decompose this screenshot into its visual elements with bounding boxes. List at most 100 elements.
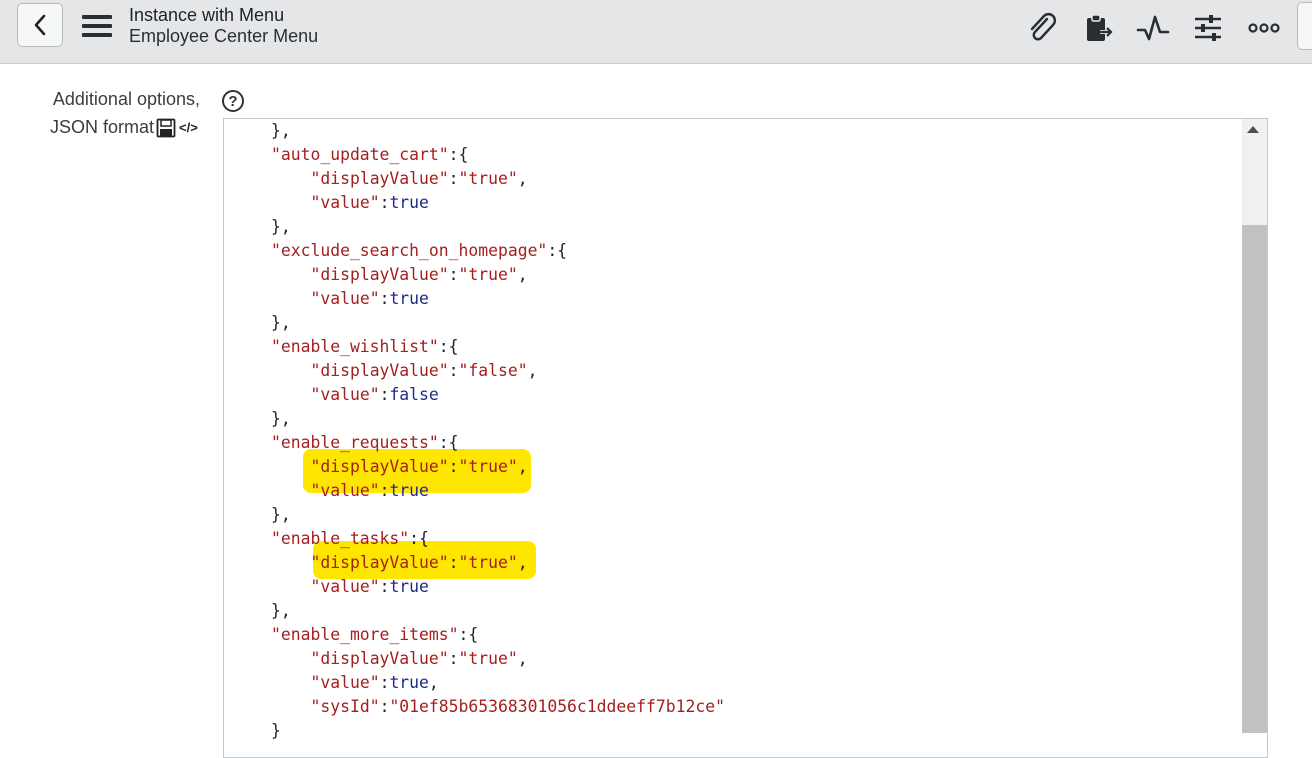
record-title: Instance with Menu [129, 5, 285, 25]
code-line: } [271, 719, 725, 743]
code-line: "exclude_search_on_homepage":{ [271, 239, 725, 263]
scroll-up-arrow[interactable] [1247, 126, 1259, 133]
code-line: "value":true [271, 287, 725, 311]
code-token: :{ [438, 337, 459, 356]
code-token: }, [271, 409, 291, 428]
code-format-toggle[interactable]: </> [179, 120, 198, 135]
code-token: "value" [310, 385, 380, 404]
form-header: Instance with Menu Employee Center Menu [0, 0, 1312, 64]
code-token: : [379, 193, 390, 212]
code-line: }, [271, 503, 725, 527]
code-token: "value" [310, 481, 380, 500]
code-token: : [448, 457, 459, 476]
chevron-left-icon [34, 14, 46, 36]
code-token: "true" [458, 553, 518, 572]
code-line: "value":false [271, 383, 725, 407]
code-token: }, [271, 601, 291, 620]
code-token: "exclude_search_on_homepage" [271, 241, 548, 260]
code-token: : [448, 265, 459, 284]
code-token: :{ [409, 529, 429, 548]
save-icon[interactable] [156, 118, 176, 138]
code-token: "true" [458, 457, 518, 476]
code-line: "displayValue":"false", [271, 359, 725, 383]
help-icon[interactable]: ? [222, 90, 244, 112]
code-token: "enable_wishlist" [271, 337, 439, 356]
field-label-format: JSON format </> [50, 117, 198, 138]
code-token: "enable_tasks" [271, 529, 410, 548]
code-line: "displayValue":"true", [271, 167, 725, 191]
code-token: }, [271, 505, 291, 524]
code-token: "displayValue" [310, 649, 449, 668]
code-line: "displayValue":"true", [271, 263, 725, 287]
hamburger-icon[interactable] [82, 13, 112, 39]
code-token: "value" [310, 289, 380, 308]
code-token: true [389, 577, 429, 596]
json-editor[interactable]: }, "auto_update_cart":{ "displayValue":"t… [223, 118, 1268, 758]
scrollbar-thumb[interactable] [1242, 225, 1267, 733]
overflow-button[interactable] [1297, 2, 1312, 50]
code-token: "value" [310, 577, 380, 596]
code-token: } [271, 721, 281, 740]
more-icon[interactable] [1246, 10, 1282, 46]
code-token: "displayValue" [310, 265, 449, 284]
code-line: "auto_update_cart":{ [271, 143, 725, 167]
code-token: "true" [458, 169, 518, 188]
back-button[interactable] [17, 3, 63, 47]
code-token: : [448, 553, 459, 572]
code-token: :{ [547, 241, 568, 260]
code-line: }, [271, 407, 725, 431]
code-token: "auto_update_cart" [271, 145, 449, 164]
record-subtitle: Employee Center Menu [129, 26, 319, 46]
sliders-icon[interactable] [1190, 10, 1226, 46]
code-token: true [389, 481, 429, 500]
code-line: }, [271, 215, 725, 239]
code-token: , [517, 265, 528, 284]
code-token: , [428, 673, 439, 692]
code-token: :{ [438, 433, 459, 452]
code-token: }, [271, 217, 291, 236]
code-token: : [448, 361, 459, 380]
code-token: , [517, 649, 528, 668]
clipboard-export-icon[interactable] [1080, 10, 1116, 46]
code-line: }, [271, 311, 725, 335]
code-token: : [379, 577, 390, 596]
code-line: "displayValue":"true", [271, 647, 725, 671]
code-token: "displayValue" [310, 457, 449, 476]
code-token: , [527, 361, 538, 380]
code-token: "false" [458, 361, 528, 380]
code-line: "enable_requests":{ [271, 431, 725, 455]
code-token: : [379, 481, 390, 500]
code-line: "enable_wishlist":{ [271, 335, 725, 359]
activity-icon[interactable] [1135, 10, 1171, 46]
code-token: :{ [448, 145, 469, 164]
code-token: "true" [458, 649, 518, 668]
code-token: , [517, 457, 528, 476]
code-line: "value":true [271, 191, 725, 215]
code-token: : [448, 169, 459, 188]
code-token: true [389, 289, 429, 308]
code-line: "displayValue":"true", [271, 455, 725, 479]
code-token: true [389, 193, 429, 212]
code-token: }, [271, 313, 291, 332]
code-token: :{ [458, 625, 479, 644]
code-line: "displayValue":"true", [271, 551, 725, 575]
field-label: Additional options, [52, 89, 200, 109]
paperclip-icon[interactable] [1024, 10, 1060, 46]
code-token: "true" [458, 265, 518, 284]
code-token: }, [271, 121, 291, 140]
code-content: }, "auto_update_cart":{ "displayValue":"t… [271, 119, 725, 743]
code-line: "value":true [271, 479, 725, 503]
code-token: : [379, 697, 390, 716]
code-token: : [379, 289, 390, 308]
code-token: false [389, 385, 439, 404]
